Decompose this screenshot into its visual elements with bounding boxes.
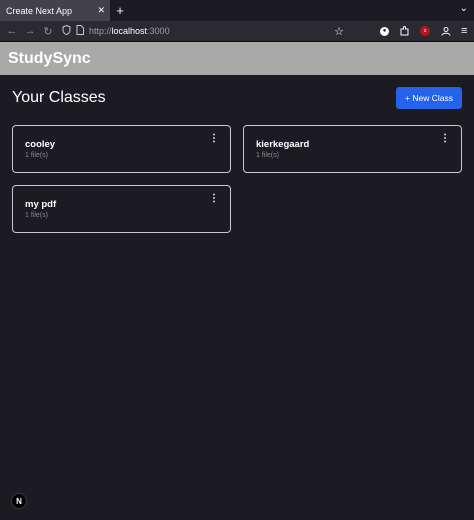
class-name: kierkegaard — [256, 139, 310, 150]
forward-icon[interactable]: → — [22, 23, 38, 39]
browser-toolbar: ← → ↻ http://localhost:3000 ☆ ● u ≡ — [0, 21, 474, 42]
ublock-icon[interactable]: u — [420, 26, 430, 36]
class-file-count: 1 file(s) — [25, 152, 48, 159]
close-tab-icon[interactable]: ✕ — [97, 5, 105, 16]
new-tab-button[interactable]: + — [110, 0, 130, 21]
hamburger-menu-icon[interactable]: ≡ — [461, 25, 467, 37]
extension-icon[interactable]: ● — [380, 26, 389, 36]
class-name: my pdf — [25, 199, 57, 210]
extensions-area: ● u ≡ — [380, 25, 467, 38]
reload-icon[interactable]: ↻ — [40, 23, 56, 39]
browser-tab-bar: Create Next App ✕ + ⌄ — [0, 0, 474, 21]
card-more-options-icon[interactable]: ⋮ — [209, 194, 219, 204]
url-port: :3000 — [147, 26, 170, 36]
url-host: localhost — [111, 26, 148, 36]
account-icon[interactable] — [439, 25, 452, 38]
app-brand: StudySync — [8, 49, 91, 67]
url-scheme: http:// — [89, 26, 112, 36]
shield-icon[interactable] — [62, 24, 71, 37]
url-text[interactable]: http://localhost:3000 — [89, 26, 329, 36]
bookmark-star-icon[interactable]: ☆ — [334, 25, 344, 38]
class-file-count: 1 file(s) — [256, 152, 279, 159]
class-file-count: 1 file(s) — [25, 212, 48, 219]
class-name: cooley — [25, 139, 56, 150]
browser-tab[interactable]: Create Next App ✕ — [0, 0, 110, 21]
tab-title: Create Next App — [6, 5, 73, 16]
app-header: StudySync — [0, 42, 474, 75]
class-card[interactable]: cooley 1 file(s) ⋮ — [12, 125, 231, 173]
page-info-icon[interactable] — [76, 25, 84, 37]
card-more-options-icon[interactable]: ⋮ — [209, 134, 219, 144]
list-all-tabs-icon[interactable]: ⌄ — [460, 3, 468, 14]
class-card[interactable]: kierkegaard 1 file(s) ⋮ — [243, 125, 462, 173]
back-icon[interactable]: ← — [4, 23, 20, 39]
class-card[interactable]: my pdf 1 file(s) ⋮ — [12, 185, 231, 233]
url-bar[interactable]: http://localhost:3000 ☆ — [58, 21, 348, 42]
new-class-button[interactable]: + New Class — [396, 87, 462, 109]
page-title: Your Classes — [12, 89, 106, 106]
card-more-options-icon[interactable]: ⋮ — [440, 134, 450, 144]
nextjs-dev-indicator-icon[interactable]: N — [11, 493, 27, 509]
puzzle-extensions-icon[interactable] — [398, 25, 411, 38]
